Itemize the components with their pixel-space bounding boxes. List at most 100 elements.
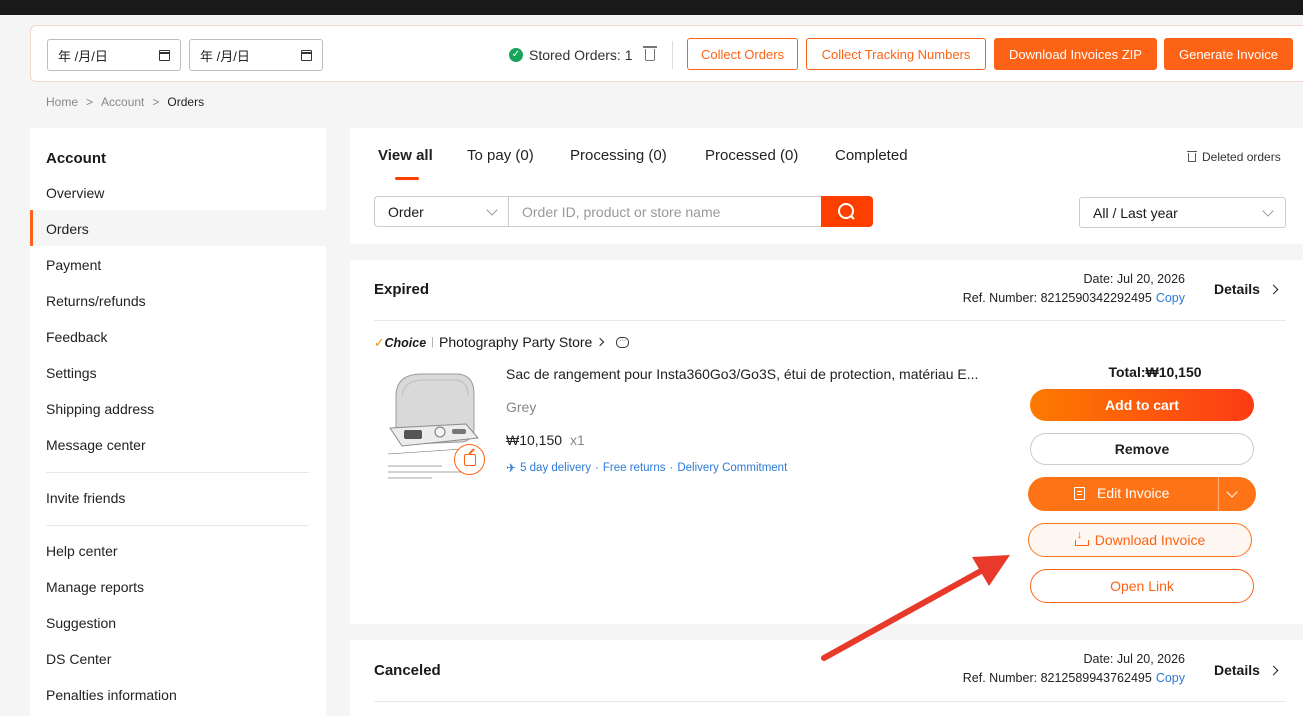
tab-view-all[interactable]: View all bbox=[378, 147, 433, 164]
sidebar-item-shipping-address[interactable]: Shipping address bbox=[46, 401, 154, 417]
order-card: Expired Date: Jul 20, 2026 Ref. Number: … bbox=[350, 260, 1303, 624]
collect-tracking-button[interactable]: Collect Tracking Numbers bbox=[806, 38, 986, 70]
active-tab-underline bbox=[395, 177, 419, 180]
sidebar-item-suggestion[interactable]: Suggestion bbox=[46, 615, 116, 631]
tab-processed[interactable]: Processed (0) bbox=[705, 147, 798, 164]
order-meta: Date: Jul 20, 2026 Ref. Number: 82125903… bbox=[963, 270, 1185, 308]
sidebar-item-message-center[interactable]: Message center bbox=[46, 437, 146, 453]
sidebar-item-invite-friends[interactable]: Invite friends bbox=[46, 490, 125, 506]
sidebar-item-feedback[interactable]: Feedback bbox=[46, 329, 107, 345]
download-icon bbox=[1074, 529, 1089, 546]
order-ref-number: Ref. Number: 8212589943762495 bbox=[962, 671, 1152, 685]
generate-invoice-button[interactable]: Generate Invoice bbox=[1164, 38, 1293, 70]
store-row: ✓Choice | Photography Party Store ··· bbox=[374, 334, 630, 350]
chevron-right-icon bbox=[1268, 284, 1279, 294]
deleted-orders-link[interactable]: Deleted orders bbox=[1187, 150, 1281, 164]
time-filter-value: All / Last year bbox=[1093, 204, 1178, 221]
sidebar-title: Account bbox=[46, 150, 106, 167]
chevron-down-icon[interactable] bbox=[1226, 486, 1238, 498]
copy-link[interactable]: Copy bbox=[1156, 291, 1185, 305]
order-date: Date: Jul 20, 2026 bbox=[1083, 272, 1185, 286]
breadcrumb: Home > Account > Orders bbox=[46, 95, 204, 109]
order-details-link[interactable]: Details bbox=[1214, 281, 1279, 297]
remove-button[interactable]: Remove bbox=[1030, 433, 1254, 465]
date-to-input[interactable]: 年 /月/日 bbox=[189, 39, 323, 71]
sidebar-item-penalties[interactable]: Penalties information bbox=[46, 687, 177, 703]
search-type-select[interactable]: Order bbox=[374, 196, 509, 227]
order-details-link[interactable]: Details bbox=[1214, 662, 1279, 678]
search-button[interactable] bbox=[821, 196, 873, 227]
search-icon bbox=[838, 203, 855, 220]
trash-icon[interactable] bbox=[642, 46, 657, 61]
search-input[interactable]: Order ID, product or store name bbox=[508, 196, 822, 227]
order-date: Date: Jul 20, 2026 bbox=[1083, 652, 1185, 666]
search-type-value: Order bbox=[388, 203, 424, 220]
calendar-icon[interactable] bbox=[159, 49, 170, 61]
extension-toolbar: 年 /月/日 年 /月/日 ✓ Stored Orders: 1 Collect… bbox=[30, 25, 1303, 82]
time-filter-select[interactable]: All / Last year bbox=[1079, 197, 1286, 228]
order-card: Canceled Date: Jul 20, 2026 Ref. Number:… bbox=[350, 640, 1303, 716]
card-divider bbox=[374, 320, 1286, 321]
split-divider bbox=[1218, 477, 1219, 511]
breadcrumb-separator: > bbox=[86, 95, 94, 109]
stored-orders-text: Stored Orders: 1 bbox=[529, 47, 633, 63]
details-label: Details bbox=[1214, 662, 1260, 678]
breadcrumb-current: Orders bbox=[167, 95, 205, 109]
delivery-info: ✈ 5 day delivery · Free returns · Delive… bbox=[506, 461, 787, 475]
edit-invoice-button[interactable]: Edit Invoice bbox=[1028, 477, 1256, 511]
breadcrumb-account[interactable]: Account bbox=[101, 95, 144, 109]
tab-to-pay[interactable]: To pay (0) bbox=[467, 147, 534, 164]
order-status: Canceled bbox=[374, 662, 441, 679]
copy-link[interactable]: Copy bbox=[1156, 671, 1185, 685]
order-total: Total:₩10,150 bbox=[1108, 364, 1202, 380]
sidebar-item-returns[interactable]: Returns/refunds bbox=[46, 293, 146, 309]
store-name-link[interactable]: Photography Party Store bbox=[439, 334, 592, 350]
delivery-time: 5 day delivery bbox=[520, 462, 592, 474]
chevron-down-icon bbox=[486, 203, 498, 216]
sidebar-item-overview[interactable]: Overview bbox=[46, 185, 104, 201]
divider bbox=[672, 41, 673, 69]
sidebar-item-orders[interactable]: Orders bbox=[46, 221, 89, 237]
collect-orders-button[interactable]: Collect Orders bbox=[687, 38, 798, 70]
date-from-placeholder: 年 /月/日 bbox=[58, 48, 108, 64]
orders-tabs-panel: View all To pay (0) Processing (0) Proce… bbox=[350, 128, 1303, 244]
product-price: ₩10,150 bbox=[506, 432, 563, 448]
add-to-cart-button[interactable]: Add to cart bbox=[1030, 389, 1254, 421]
order-meta: Date: Jul 20, 2026 Ref. Number: 82125899… bbox=[963, 650, 1185, 688]
dot-separator: · bbox=[669, 462, 674, 474]
edit-invoice-label: Edit Invoice bbox=[1097, 485, 1170, 501]
sidebar-item-ds-center[interactable]: DS Center bbox=[46, 651, 111, 667]
download-invoice-button[interactable]: Download Invoice bbox=[1028, 523, 1252, 557]
sidebar-item-settings[interactable]: Settings bbox=[46, 365, 97, 381]
sidebar-item-help-center[interactable]: Help center bbox=[46, 543, 118, 559]
product-quantity: x1 bbox=[570, 432, 585, 448]
product-price-row: ₩10,150 x1 bbox=[506, 432, 585, 448]
tab-processing[interactable]: Processing (0) bbox=[570, 147, 667, 164]
chat-icon[interactable]: ··· bbox=[616, 336, 630, 348]
choice-label: Choice bbox=[384, 335, 427, 350]
product-title[interactable]: Sac de rangement pour Insta360Go3/Go3S, … bbox=[506, 366, 986, 382]
external-link-icon[interactable] bbox=[454, 444, 485, 475]
delivery-commitment: Delivery Commitment bbox=[677, 462, 788, 474]
download-invoices-zip-button[interactable]: Download Invoices ZIP bbox=[994, 38, 1157, 70]
chevron-right-icon bbox=[1268, 665, 1279, 675]
date-from-input[interactable]: 年 /月/日 bbox=[47, 39, 181, 71]
breadcrumb-home[interactable]: Home bbox=[46, 95, 78, 109]
open-link-button[interactable]: Open Link bbox=[1030, 569, 1254, 603]
sidebar-item-manage-reports[interactable]: Manage reports bbox=[46, 579, 144, 595]
order-ref-number: Ref. Number: 8212590342292495 bbox=[962, 291, 1152, 305]
trash-icon bbox=[1187, 150, 1197, 162]
airplane-icon: ✈ bbox=[506, 461, 517, 475]
check-circle-icon: ✓ bbox=[509, 48, 523, 62]
account-sidebar: Account Overview Orders Payment Returns/… bbox=[30, 128, 326, 716]
tab-completed[interactable]: Completed bbox=[835, 147, 908, 164]
breadcrumb-separator: > bbox=[152, 95, 160, 109]
product-variant: Grey bbox=[506, 399, 537, 415]
calendar-icon[interactable] bbox=[301, 49, 312, 61]
order-status: Expired bbox=[374, 281, 430, 298]
download-invoice-label: Download Invoice bbox=[1094, 532, 1206, 548]
sidebar-item-payment[interactable]: Payment bbox=[46, 257, 101, 273]
search-placeholder: Order ID, product or store name bbox=[522, 203, 721, 220]
date-to-placeholder: 年 /月/日 bbox=[200, 48, 250, 64]
chevron-right-icon bbox=[596, 337, 605, 347]
